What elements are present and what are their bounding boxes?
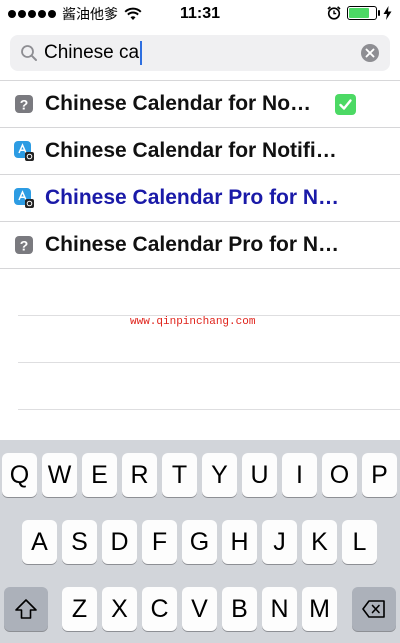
screen: 酱油他爹 11:31 Chinese ca ? Chinese Calendar… [0,0,400,643]
battery-icon [347,6,380,20]
keyboard-row-2: A S D F G H J K L [0,520,400,570]
watermark: www.qinpinchang.com [130,316,256,328]
checkmark-icon [335,94,356,115]
list-separator [18,363,400,410]
key-l[interactable]: L [342,520,377,564]
search-bar: Chinese ca [0,28,400,78]
delete-key[interactable] [352,587,396,631]
svg-text:?: ? [20,97,29,113]
search-icon [21,45,37,61]
key-b[interactable]: B [222,587,257,631]
signal-strength-icon [8,10,56,18]
key-g[interactable]: G [182,520,217,564]
search-query: Chinese ca [44,42,140,63]
key-v[interactable]: V [182,587,217,631]
key-u[interactable]: U [242,453,277,497]
shift-key[interactable] [4,587,48,631]
keyboard: Q W E R T Y U I O P A S D F G H J K L Z … [0,440,400,643]
key-p[interactable]: P [362,453,397,497]
key-o[interactable]: O [322,453,357,497]
key-j[interactable]: J [262,520,297,564]
key-s[interactable]: S [62,520,97,564]
result-label: Chinese Calendar Pro for N… [45,186,340,209]
key-c[interactable]: C [142,587,177,631]
key-k[interactable]: K [302,520,337,564]
keyboard-row-1: Q W E R T Y U I O P [0,453,400,503]
key-x[interactable]: X [102,587,137,631]
search-results-list: ? Chinese Calendar for No… Chinese Calen… [0,81,400,269]
question-icon: ? [15,95,33,113]
result-label: Chinese Calendar for No… [45,92,312,115]
text-cursor [140,41,143,65]
key-m[interactable]: M [302,587,337,631]
key-r[interactable]: R [122,453,157,497]
clear-search-icon[interactable] [360,43,380,63]
svg-text:?: ? [20,238,29,254]
result-row[interactable]: ? Chinese Calendar Pro for N… [0,222,400,269]
key-n[interactable]: N [262,587,297,631]
key-q[interactable]: Q [2,453,37,497]
keyboard-row-3: Z X C V B N M [0,587,400,637]
key-f[interactable]: F [142,520,177,564]
result-label: Chinese Calendar Pro for N… [45,233,340,256]
alarm-clock-icon [327,6,341,20]
key-h[interactable]: H [222,520,257,564]
status-right [327,6,392,20]
key-z[interactable]: Z [62,587,97,631]
key-e[interactable]: E [82,453,117,497]
result-label: Chinese Calendar for Notifi… [45,139,337,162]
key-d[interactable]: D [102,520,137,564]
status-bar: 酱油他爹 11:31 [0,0,400,28]
key-i[interactable]: I [282,453,317,497]
result-row[interactable]: ? Chinese Calendar for No… [0,81,400,128]
question-icon: ? [15,236,33,254]
app-store-icon [14,141,34,161]
charging-bolt-icon [383,6,392,20]
key-w[interactable]: W [42,453,77,497]
list-separator [18,269,400,316]
key-y[interactable]: Y [202,453,237,497]
result-row[interactable]: Chinese Calendar for Notifi… [0,128,400,175]
backspace-icon [362,600,385,618]
key-t[interactable]: T [162,453,197,497]
carrier-name: 酱油他爹 [62,7,118,23]
key-a[interactable]: A [22,520,57,564]
search-input[interactable]: Chinese ca [10,35,390,71]
empty-list-area [0,269,400,410]
shift-arrow-icon [15,599,37,619]
result-row[interactable]: Chinese Calendar Pro for N… [0,175,400,222]
app-store-icon [14,188,34,208]
wifi-icon [124,7,142,20]
